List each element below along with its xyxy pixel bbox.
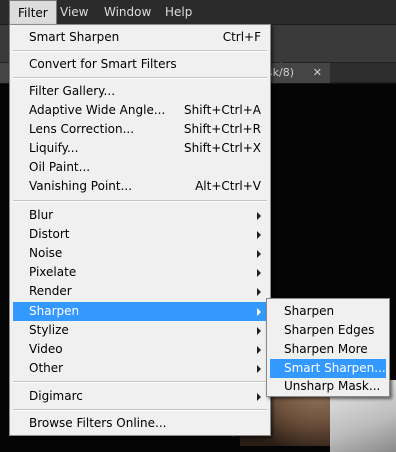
submenu-arrow-icon <box>257 393 261 401</box>
submenu-arrow-icon <box>257 308 261 316</box>
menu-separator <box>13 50 267 52</box>
menu-window[interactable]: Window <box>96 0 159 25</box>
submenu-arrow-icon <box>257 365 261 373</box>
submenu-item-sharpen-more[interactable]: Sharpen More <box>270 340 386 359</box>
menu-separator <box>13 409 267 411</box>
submenu-item-smart-sharpen[interactable]: Smart Sharpen... <box>270 359 386 378</box>
menu-item-blur[interactable]: Blur <box>13 206 267 225</box>
menu-item-filter-gallery[interactable]: Filter Gallery... <box>13 82 267 101</box>
menu-item-distort[interactable]: Distort <box>13 225 267 244</box>
close-icon[interactable]: ✕ <box>313 63 322 83</box>
menu-item-adaptive-wide-angle[interactable]: Adaptive Wide Angle... Shift+Ctrl+A <box>13 101 267 120</box>
submenu-arrow-icon <box>257 327 261 335</box>
menu-item-sharpen[interactable]: Sharpen <box>13 302 267 321</box>
menu-item-other[interactable]: Other <box>13 359 267 378</box>
menu-item-last-filter[interactable]: Smart Sharpen Ctrl+F <box>13 28 267 47</box>
menu-item-oil-paint[interactable]: Oil Paint... <box>13 158 267 177</box>
menu-item-noise[interactable]: Noise <box>13 244 267 263</box>
filter-menu: Smart Sharpen Ctrl+F Convert for Smart F… <box>9 24 271 436</box>
menu-item-browse-filters-online[interactable]: Browse Filters Online... <box>13 414 267 433</box>
submenu-item-sharpen[interactable]: Sharpen <box>270 302 386 321</box>
submenu-arrow-icon <box>257 346 261 354</box>
menu-item-lens-correction[interactable]: Lens Correction... Shift+Ctrl+R <box>13 120 267 139</box>
submenu-arrow-icon <box>257 269 261 277</box>
menu-item-digimarc[interactable]: Digimarc <box>13 387 267 406</box>
submenu-item-sharpen-edges[interactable]: Sharpen Edges <box>270 321 386 340</box>
menu-item-convert-smart-filters[interactable]: Convert for Smart Filters <box>13 55 267 74</box>
sharpen-submenu: Sharpen Sharpen Edges Sharpen More Smart… <box>266 298 390 397</box>
menu-item-stylize[interactable]: Stylize <box>13 321 267 340</box>
submenu-arrow-icon <box>257 212 261 220</box>
menu-item-liquify[interactable]: Liquify... Shift+Ctrl+X <box>13 139 267 158</box>
menu-separator <box>13 200 267 202</box>
menu-item-pixelate[interactable]: Pixelate <box>13 263 267 282</box>
menu-view[interactable]: View <box>52 0 96 25</box>
submenu-arrow-icon <box>257 250 261 258</box>
menu-bar: Filter View Window Help <box>0 0 396 25</box>
menu-separator <box>13 381 267 383</box>
menu-item-video[interactable]: Video <box>13 340 267 359</box>
submenu-arrow-icon <box>257 288 261 296</box>
menu-filter[interactable]: Filter <box>9 0 57 25</box>
menu-separator <box>13 77 267 79</box>
menu-item-render[interactable]: Render <box>13 282 267 301</box>
submenu-arrow-icon <box>257 231 261 239</box>
submenu-item-unsharp-mask[interactable]: Unsharp Mask... <box>270 377 386 396</box>
menu-item-vanishing-point[interactable]: Vanishing Point... Alt+Ctrl+V <box>13 177 267 196</box>
menu-help[interactable]: Help <box>157 0 200 25</box>
